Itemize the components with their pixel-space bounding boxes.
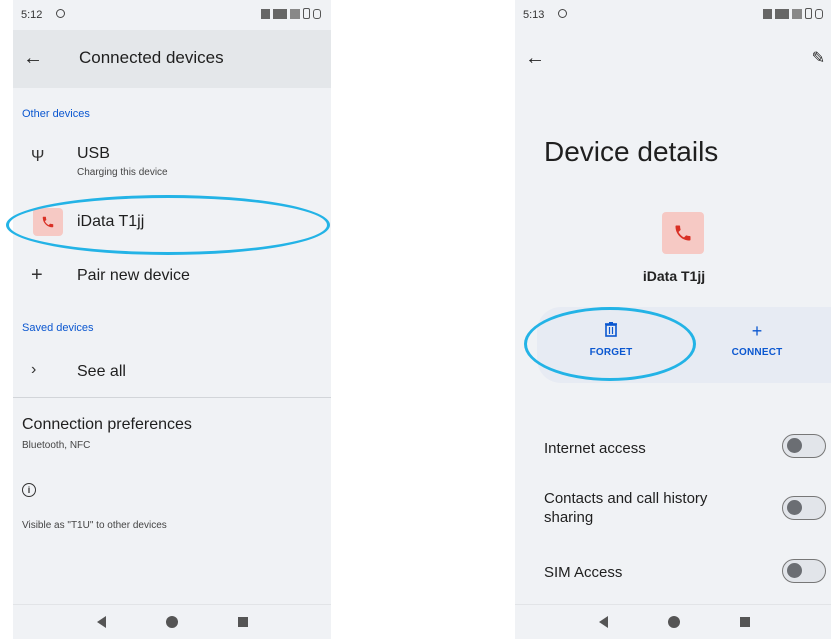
phone-icon	[662, 212, 704, 254]
nav-home-icon[interactable]	[668, 616, 680, 628]
navigation-bar	[515, 604, 831, 639]
internet-access-toggle[interactable]	[782, 434, 826, 458]
toggle-label: Contacts and call history sharing	[544, 490, 708, 526]
system-icons	[261, 8, 321, 19]
toggle-label: Internet access	[544, 440, 646, 457]
notification-dot-icon	[558, 9, 567, 18]
page-title: Connected devices	[79, 48, 224, 67]
battery-icon	[805, 8, 812, 19]
forget-label: FORGET	[589, 347, 633, 358]
signal-icon	[792, 8, 802, 19]
nfc-icon	[313, 8, 321, 19]
back-arrow-icon[interactable]: ←	[525, 48, 545, 68]
connection-preferences-row[interactable]: Connection preferences Bluetooth, NFC	[13, 410, 331, 456]
connection-preferences-subtitle: Bluetooth, NFC	[22, 440, 91, 451]
network-type-icon	[273, 8, 287, 19]
nav-recents-icon[interactable]	[238, 617, 248, 627]
other-devices-header: Other devices	[22, 108, 90, 120]
device-row-idata[interactable]: iData T1jj	[13, 200, 331, 244]
status-time: 5:12	[21, 9, 43, 21]
connection-preferences-title: Connection preferences	[22, 416, 192, 433]
see-all-label: See all	[77, 363, 126, 380]
navigation-bar	[13, 604, 331, 639]
network-type-icon	[775, 8, 789, 19]
forget-button[interactable]: FORGET	[556, 321, 666, 358]
pair-new-device-row[interactable]: + Pair new device	[13, 256, 331, 296]
contacts-sharing-toggle[interactable]	[782, 496, 826, 520]
status-bar: 5:12	[13, 0, 331, 30]
device-name: iData T1jj	[642, 268, 706, 284]
signal-icon	[290, 8, 300, 19]
battery-icon	[303, 8, 310, 19]
edit-icon[interactable]: ✎	[812, 48, 825, 68]
pair-new-device-label: Pair new device	[77, 267, 190, 284]
visibility-text: Visible as "T1U" to other devices	[22, 520, 167, 531]
device-actions: FORGET + CONNECT	[537, 307, 831, 383]
app-bar: ← ✎	[515, 30, 831, 88]
plus-icon: +	[31, 264, 43, 286]
usb-title: USB	[77, 145, 110, 162]
system-icons	[763, 8, 823, 19]
nav-back-icon[interactable]	[97, 616, 106, 628]
trash-icon	[556, 321, 666, 343]
phone-icon	[33, 208, 63, 236]
toggle-label: SIM Access	[544, 564, 623, 581]
nfc-icon	[815, 8, 823, 19]
divider	[13, 397, 331, 398]
app-bar: ← Connected devices	[13, 30, 331, 88]
sim-access-toggle[interactable]	[782, 559, 826, 583]
chevron-right-icon: ›	[31, 361, 37, 378]
usb-icon: Ψ	[31, 148, 45, 165]
nav-home-icon[interactable]	[166, 616, 178, 628]
plus-icon: +	[751, 321, 763, 341]
status-bar: 5:13	[515, 0, 831, 30]
connect-button[interactable]: + CONNECT	[702, 321, 812, 358]
device-details-screen: 5:13 ← ✎ Device details iData T1jj FORGE…	[515, 0, 831, 639]
usb-subtitle: Charging this device	[77, 167, 168, 178]
vibrate-icon	[261, 8, 270, 19]
nav-recents-icon[interactable]	[740, 617, 750, 627]
info-icon: i	[22, 483, 36, 497]
status-time: 5:13	[523, 9, 545, 21]
page-title: Device details	[544, 136, 719, 167]
toggle-row-contacts-sharing[interactable]: Contacts and call history sharing	[544, 489, 831, 529]
see-all-row[interactable]: › See all	[13, 352, 331, 392]
toggle-row-sim-access[interactable]: SIM Access	[544, 559, 831, 585]
notification-dot-icon	[56, 9, 65, 18]
device-name: iData T1jj	[77, 213, 145, 230]
usb-row[interactable]: Ψ USB Charging this device	[13, 140, 331, 190]
saved-devices-header: Saved devices	[22, 322, 94, 334]
connect-label: CONNECT	[731, 347, 783, 358]
back-arrow-icon[interactable]: ←	[23, 48, 43, 68]
nav-back-icon[interactable]	[599, 616, 608, 628]
vibrate-icon	[763, 8, 772, 19]
connected-devices-screen: 5:12 ← Connected devices Other devices Ψ…	[13, 0, 331, 639]
toggle-row-internet-access[interactable]: Internet access	[544, 434, 831, 460]
